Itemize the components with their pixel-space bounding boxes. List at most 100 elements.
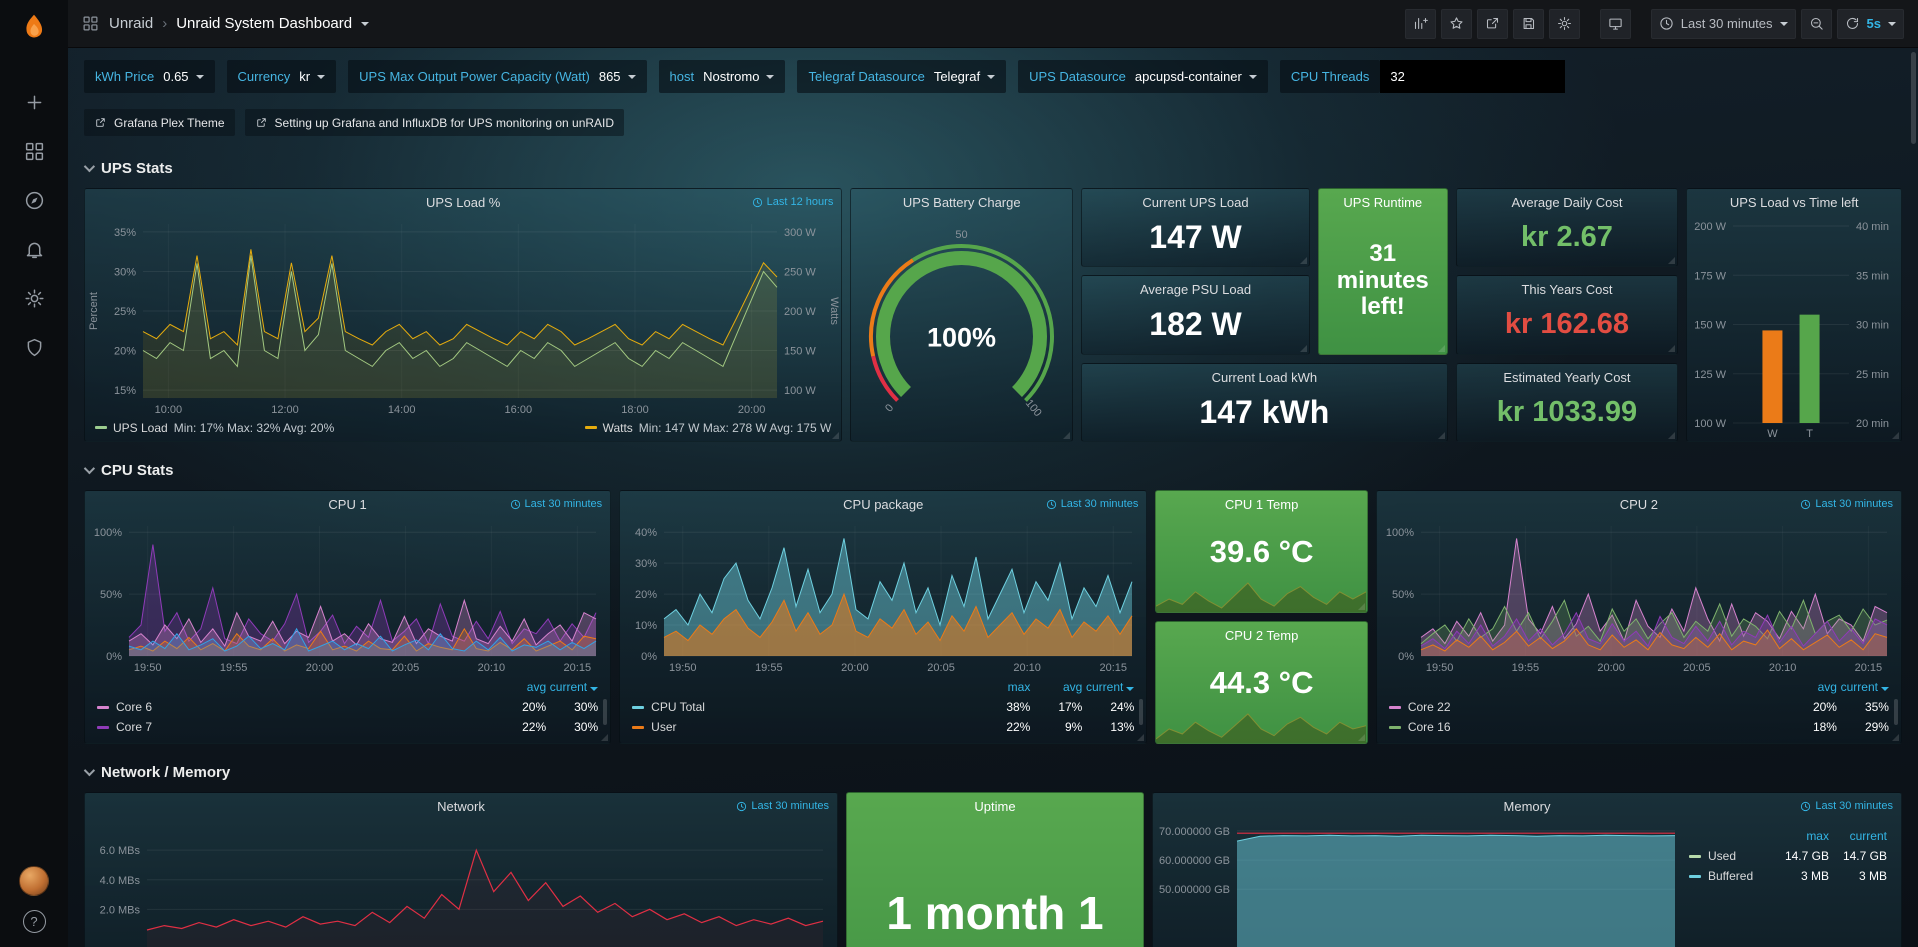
cpu-2-chart[interactable]: 100%50%0%19:5019:5520:0020:0520:1020:15 (1377, 518, 1901, 677)
help-button[interactable] (23, 910, 46, 933)
legend-header-max[interactable]: max (1771, 829, 1829, 843)
legend-header-current[interactable]: current (546, 680, 598, 694)
panel-title[interactable]: UPS Battery Charge (903, 195, 1021, 210)
favorite-button[interactable] (1441, 9, 1472, 39)
legend-series-name[interactable]: Core 16 (1389, 720, 1785, 734)
save-button[interactable] (1513, 9, 1544, 39)
legend-header-avg[interactable]: avg (494, 680, 546, 694)
section-header-ups-stats[interactable]: UPS Stats (84, 156, 1902, 180)
legend-header-avg[interactable]: avg (1785, 680, 1837, 694)
variable-value-dropdown[interactable]: Nostromo (703, 69, 774, 84)
panel-title[interactable]: CPU 1 (328, 497, 366, 512)
section-header-cpu-stats[interactable]: CPU Stats (84, 458, 1902, 482)
legend-series-name[interactable]: Core 6 (97, 700, 494, 714)
legend-header-avg[interactable]: avg (1030, 680, 1082, 694)
dashboards-button[interactable] (0, 127, 68, 176)
variable-value-dropdown[interactable]: kr (299, 69, 325, 84)
add-panel-button[interactable] (1405, 9, 1436, 39)
panel-title[interactable]: CPU 2 (1620, 497, 1658, 512)
panel-title[interactable]: Network (437, 799, 485, 814)
legend-header-current[interactable]: current (1837, 680, 1889, 694)
panel-title[interactable]: Uptime (974, 799, 1015, 814)
panel-title[interactable]: UPS Load % (426, 195, 500, 210)
legend-series-name[interactable]: Buffered (1689, 869, 1771, 883)
legend-series-name[interactable]: User (632, 720, 978, 734)
battery-gauge[interactable]: 050100100% (851, 216, 1072, 441)
cpu-threads-input[interactable] (1380, 60, 1565, 93)
panel-cpu-1: CPU 1 Last 30 minutes 100%50%0%19:5019:5… (84, 490, 611, 744)
svg-text:100%: 100% (1386, 527, 1414, 539)
link-grafana-plex-theme[interactable]: Grafana Plex Theme (84, 109, 235, 136)
svg-text:0%: 0% (106, 651, 122, 663)
legend-swatch (632, 726, 644, 729)
panel-title[interactable]: Average Daily Cost (1511, 195, 1622, 210)
chevron-down-icon[interactable] (361, 22, 369, 26)
alerting-button[interactable] (0, 225, 68, 274)
link-ups-monitoring-guide[interactable]: Setting up Grafana and InfluxDB for UPS … (245, 109, 625, 136)
variable-currency: Currency kr (227, 60, 337, 93)
ups-load-chart[interactable]: 35%300 W30%250 W25%200 W20%150 W15%100 W… (85, 216, 841, 419)
explore-button[interactable] (0, 176, 68, 225)
cpu-1-chart[interactable]: 100%50%0%19:5019:5520:0020:0520:1020:15 (85, 518, 610, 677)
configuration-button[interactable] (0, 274, 68, 323)
legend-series-name[interactable]: UPS Load (113, 421, 168, 435)
search-minus-icon (1809, 16, 1824, 31)
panel-title[interactable]: Estimated Yearly Cost (1503, 370, 1630, 385)
cpu-package-chart[interactable]: 40%30%20%10%0%19:5019:5520:0020:0520:102… (620, 518, 1146, 677)
dashboard-title[interactable]: Unraid System Dashboard (176, 15, 352, 32)
refresh-button[interactable]: 5s (1837, 9, 1904, 39)
legend-series-stats: Min: 17% Max: 32% Avg: 20% (174, 421, 335, 435)
legend-series-name[interactable]: Used (1689, 849, 1771, 863)
panel-title[interactable]: Current Load kWh (1212, 370, 1318, 385)
panel-title[interactable]: CPU 2 Temp (1225, 628, 1298, 643)
legend-header-current[interactable]: current (1829, 829, 1887, 843)
panel-title[interactable]: Current UPS Load (1142, 195, 1248, 210)
panel-title[interactable]: UPS Runtime (1343, 195, 1422, 210)
stat-value: kr 2.67 (1457, 216, 1678, 266)
section-header-network-memory[interactable]: Network / Memory (84, 760, 1902, 784)
dashboard-settings-button[interactable] (1549, 9, 1580, 39)
panel-title[interactable]: Average PSU Load (1140, 282, 1251, 297)
ups-load-legend: UPS Load Min: 17% Max: 32% Avg: 20% Watts… (85, 419, 841, 441)
panel-title[interactable]: CPU package (843, 497, 923, 512)
variable-value-dropdown[interactable]: apcupsd-container (1135, 69, 1257, 84)
svg-text:20:10: 20:10 (1014, 662, 1042, 674)
svg-text:40 min: 40 min (1856, 221, 1889, 233)
scrollbar[interactable] (1911, 52, 1916, 144)
stat-value: 1 month 1 (847, 890, 1143, 936)
svg-text:20:15: 20:15 (1854, 662, 1882, 674)
variable-value-dropdown[interactable]: 0.65 (163, 69, 203, 84)
grafana-logo[interactable] (12, 8, 56, 52)
time-range-picker[interactable]: Last 30 minutes (1651, 9, 1796, 39)
legend-header-current[interactable]: current (1082, 680, 1134, 694)
legend-series-name[interactable]: Core 22 (1389, 700, 1785, 714)
panel-title[interactable]: UPS Load vs Time left (1730, 195, 1859, 210)
profile-avatar[interactable] (19, 866, 49, 896)
chevron-down-icon[interactable] (1888, 22, 1896, 26)
panel-title[interactable]: CPU 1 Temp (1225, 497, 1298, 512)
panel-title[interactable]: Memory (1504, 799, 1551, 814)
legend-header-max[interactable]: max (978, 680, 1030, 694)
memory-chart[interactable]: 70.000000 GB60.000000 GB50.000000 GB (1153, 820, 1689, 947)
refresh-interval-label[interactable]: 5s (1867, 16, 1881, 31)
legend-series-name[interactable]: Core 7 (97, 720, 494, 734)
ups-load-vs-time-chart[interactable]: 200 W40 min175 W35 min150 W30 min125 W25… (1687, 216, 1901, 441)
zoom-out-button[interactable] (1801, 9, 1832, 39)
legend-series-name[interactable]: CPU Total (632, 700, 978, 714)
variable-label: Telegraf Datasource (808, 69, 924, 84)
svg-text:20%: 20% (635, 589, 657, 601)
svg-text:50%: 50% (1392, 589, 1414, 601)
server-admin-button[interactable] (0, 323, 68, 372)
legend-series-name[interactable]: Watts (603, 421, 633, 435)
cycle-view-button[interactable] (1600, 9, 1631, 39)
share-button[interactable] (1477, 9, 1508, 39)
variable-value-dropdown[interactable]: 865 (599, 69, 636, 84)
panel-title[interactable]: This Years Cost (1521, 282, 1612, 297)
monitor-icon (1608, 16, 1623, 31)
variable-value-dropdown[interactable]: Telegraf (934, 69, 995, 84)
breadcrumb-app[interactable]: Unraid (109, 15, 153, 32)
network-chart[interactable]: 6.0 MBs4.0 MBs2.0 MBs (85, 820, 837, 947)
sidebar (0, 0, 68, 947)
create-button[interactable] (0, 78, 68, 127)
panel-time-override: Last 12 hours (752, 196, 834, 208)
